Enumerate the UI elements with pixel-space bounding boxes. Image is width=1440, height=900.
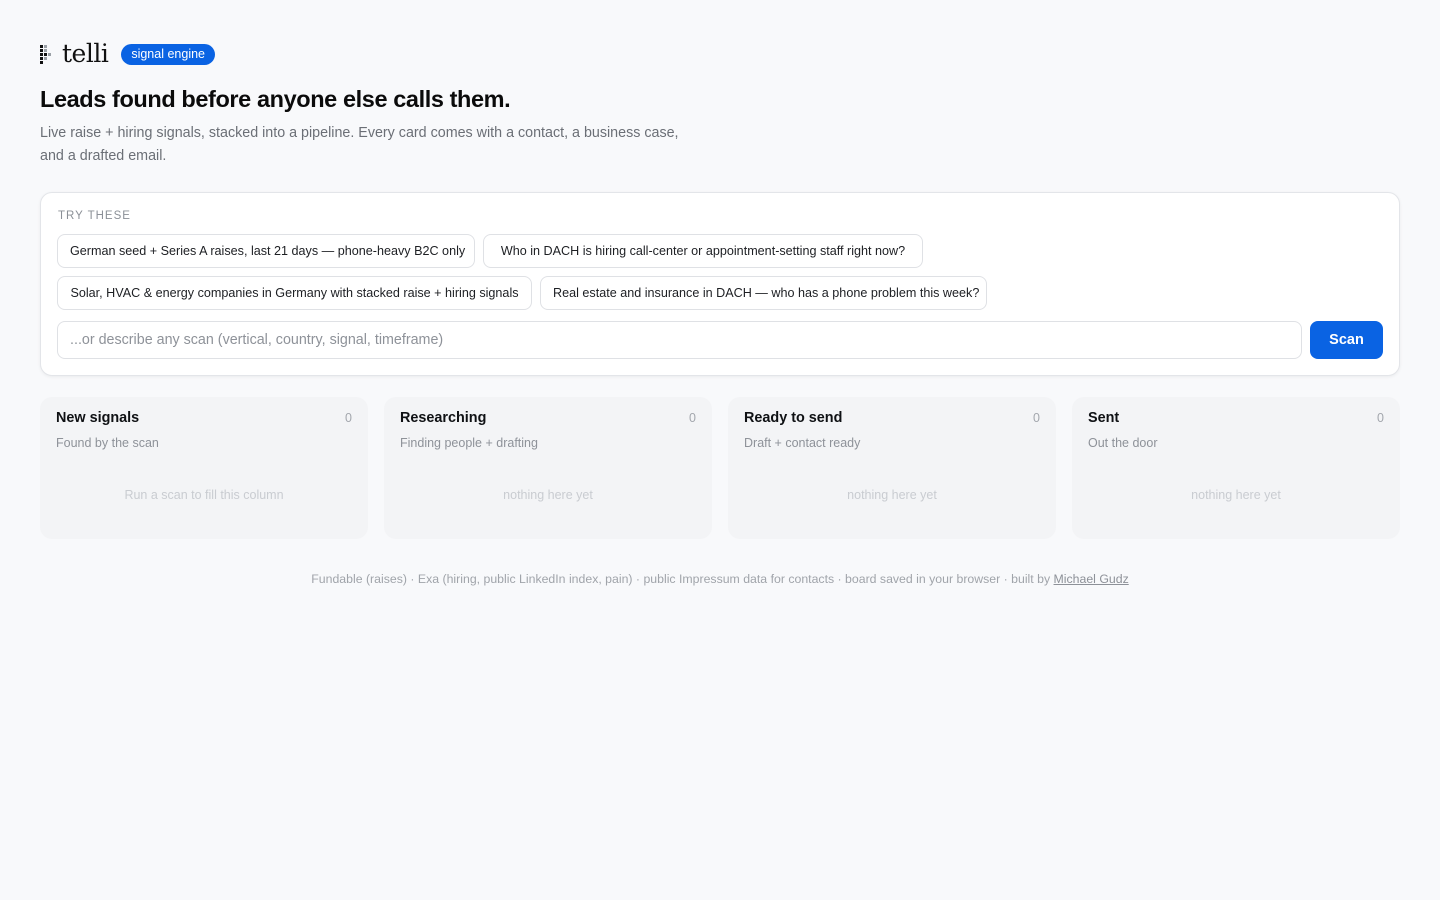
pipeline-board: New signals 0 Found by the scan Run a sc… [40,397,1400,539]
suggestion-chip[interactable]: Who in DACH is hiring call-center or app… [483,234,923,268]
author-link[interactable]: Michael Gudz [1054,572,1129,586]
column-sent: Sent 0 Out the door nothing here yet [1072,397,1400,539]
scan-panel: TRY THESE German seed + Series A raises,… [40,192,1400,376]
brand-name: telli [62,39,109,68]
column-subtitle: Out the door [1088,436,1158,450]
page-title: Leads found before anyone else calls the… [40,86,511,112]
page: telli signal engine Leads found before a… [0,0,1440,900]
column-new-signals: New signals 0 Found by the scan Run a sc… [40,397,368,539]
column-empty-state: nothing here yet [847,488,937,502]
page-subtitle: Live raise + hiring signals, stacked int… [40,125,679,164]
scan-button[interactable]: Scan [1310,321,1383,359]
column-researching: Researching 0 Finding people + drafting … [384,397,712,539]
footer: Fundable (raises) · Exa (hiring, public … [0,572,1440,586]
column-title: Ready to send [744,410,843,426]
column-title: Researching [400,410,487,426]
column-ready-to-send: Ready to send 0 Draft + contact ready no… [728,397,1056,539]
footer-text: Fundable (raises) · Exa (hiring, public … [311,572,1054,586]
column-empty-state: nothing here yet [503,488,593,502]
column-empty-state: Run a scan to fill this column [124,488,284,502]
column-empty-state: nothing here yet [1191,488,1281,502]
suggestion-chip[interactable]: German seed + Series A raises, last 21 d… [57,234,475,268]
scan-description-input[interactable] [57,321,1302,359]
column-title: Sent [1088,410,1120,426]
try-these-label: TRY THESE [58,210,131,222]
column-count: 0 [689,411,696,425]
signal-engine-badge: signal engine [121,43,215,65]
telli-logo-icon [40,43,54,65]
suggestion-chip[interactable]: Solar, HVAC & energy companies in German… [57,276,532,310]
column-count: 0 [1033,411,1040,425]
column-count: 0 [345,411,352,425]
column-subtitle: Finding people + drafting [400,436,538,450]
column-title: New signals [56,410,140,426]
column-subtitle: Found by the scan [56,436,159,450]
header: telli signal engine [40,40,215,68]
column-subtitle: Draft + contact ready [744,436,861,450]
column-count: 0 [1377,411,1384,425]
suggestion-chip[interactable]: Real estate and insurance in DACH — who … [540,276,987,310]
